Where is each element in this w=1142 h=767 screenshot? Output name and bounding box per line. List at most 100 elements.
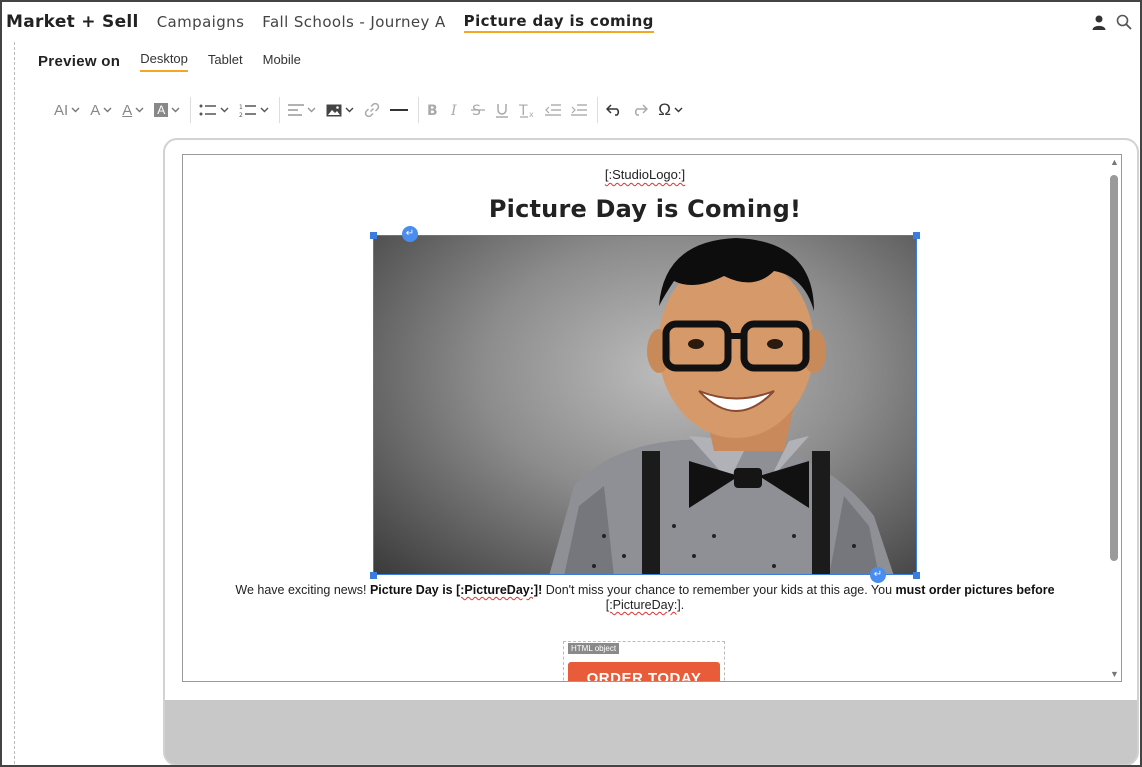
strikethrough-icon: S bbox=[471, 103, 486, 117]
chevron-down-icon bbox=[345, 107, 354, 113]
font-style-icon: A bbox=[90, 101, 101, 119]
font-color-button[interactable]: A bbox=[122, 96, 144, 124]
align-button[interactable] bbox=[288, 96, 316, 124]
background-color-icon: A bbox=[154, 103, 169, 117]
underline-button[interactable] bbox=[495, 96, 509, 124]
resize-handle-bl[interactable] bbox=[370, 572, 377, 579]
brand-logo[interactable]: Market + Sell bbox=[6, 12, 139, 32]
redo-button[interactable] bbox=[632, 96, 649, 124]
link-button[interactable] bbox=[364, 96, 380, 124]
body-end: . bbox=[680, 598, 685, 612]
user-icon[interactable] bbox=[1092, 15, 1106, 30]
redo-icon bbox=[635, 104, 649, 116]
link-icon bbox=[365, 102, 380, 118]
outdent-button[interactable] bbox=[545, 96, 562, 124]
email-body-text[interactable]: We have exciting news! Picture Day is [:… bbox=[223, 583, 1067, 613]
editor-toolbar: AI A A A 12 B I S T x Ω bbox=[54, 96, 693, 124]
font-size-button[interactable]: AI bbox=[54, 96, 80, 124]
background-color-button[interactable]: A bbox=[154, 96, 180, 124]
email-headline[interactable]: Picture Day is Coming! bbox=[183, 195, 1107, 223]
special-character-button[interactable]: Ω bbox=[658, 96, 683, 124]
body-bold-b: must order pictures before bbox=[895, 583, 1055, 597]
student-photo bbox=[374, 236, 916, 574]
breadcrumb-current[interactable]: Picture day is coming bbox=[463, 12, 654, 33]
html-object-label: HTML object bbox=[568, 643, 620, 654]
svg-text:x: x bbox=[529, 110, 534, 118]
bullet-list-icon bbox=[199, 104, 217, 116]
font-color-icon: A bbox=[122, 101, 133, 119]
chevron-down-icon bbox=[220, 107, 229, 113]
image-button[interactable] bbox=[326, 96, 354, 124]
special-character-icon: Ω bbox=[658, 100, 671, 119]
app-window: Market + Sell Campaigns Fall Schools - J… bbox=[0, 0, 1142, 767]
left-divider bbox=[14, 42, 15, 765]
numbered-list-icon: 12 bbox=[239, 104, 257, 117]
toolbar-separator bbox=[597, 97, 599, 123]
bullet-list-button[interactable] bbox=[199, 96, 229, 124]
svg-text:B: B bbox=[427, 103, 438, 117]
tab-desktop[interactable]: Desktop bbox=[140, 51, 188, 72]
strikethrough-button[interactable]: S bbox=[471, 96, 486, 124]
horizontal-rule-button[interactable] bbox=[390, 96, 409, 124]
toolbar-separator bbox=[279, 97, 281, 123]
insert-after-icon[interactable]: ↵ bbox=[870, 567, 886, 583]
picture-day-token-2: [:PictureDay:] bbox=[605, 598, 681, 612]
chevron-down-icon bbox=[674, 107, 683, 113]
picture-day-token: [:PictureDay:] bbox=[456, 583, 539, 597]
chevron-down-icon bbox=[260, 107, 269, 113]
italic-icon: I bbox=[450, 103, 457, 117]
outdent-icon bbox=[545, 104, 562, 116]
order-today-button[interactable]: ORDER TODAY bbox=[568, 662, 720, 681]
body-bold-a: Picture Day is [:PictureDay:]! bbox=[369, 583, 543, 597]
toolbar-separator bbox=[190, 97, 192, 123]
email-scrollbar[interactable]: ▲ ▼ bbox=[1107, 155, 1121, 681]
undo-button[interactable] bbox=[606, 96, 622, 124]
scroll-up-icon[interactable]: ▲ bbox=[1110, 157, 1119, 167]
chevron-down-icon bbox=[307, 107, 316, 113]
svg-text:I: I bbox=[450, 103, 457, 117]
logo-token: [:StudioLogo:] bbox=[604, 167, 686, 182]
body-middle: Don't miss your chance to remember your … bbox=[542, 583, 896, 597]
svg-text:2: 2 bbox=[239, 112, 243, 117]
chevron-down-icon bbox=[135, 107, 144, 113]
underline-icon bbox=[496, 103, 509, 118]
chevron-down-icon bbox=[103, 107, 112, 113]
breadcrumb-journey[interactable]: Fall Schools - Journey A bbox=[262, 13, 445, 31]
preview-label: Preview on bbox=[38, 52, 121, 70]
breadcrumb-campaigns[interactable]: Campaigns bbox=[157, 13, 245, 31]
top-bar: Market + Sell Campaigns Fall Schools - J… bbox=[2, 2, 1140, 42]
font-size-icon: AI bbox=[54, 101, 69, 119]
toolbar-separator bbox=[418, 97, 420, 123]
chevron-down-icon bbox=[171, 107, 180, 113]
resize-handle-tr[interactable] bbox=[913, 232, 920, 239]
device-screen: [:StudioLogo:] Picture Day is Coming! ↵ … bbox=[165, 140, 1137, 700]
resize-handle-tl[interactable] bbox=[370, 232, 377, 239]
image-icon bbox=[326, 104, 342, 116]
align-icon bbox=[288, 104, 305, 116]
italic-button[interactable]: I bbox=[449, 96, 461, 124]
scrollbar-thumb[interactable] bbox=[1110, 175, 1118, 561]
scroll-down-icon[interactable]: ▼ bbox=[1110, 669, 1119, 679]
indent-button[interactable] bbox=[571, 96, 588, 124]
indent-icon bbox=[571, 104, 588, 116]
chevron-down-icon bbox=[71, 107, 80, 113]
search-icon[interactable] bbox=[1116, 14, 1132, 30]
numbered-list-button[interactable]: 12 bbox=[239, 96, 269, 124]
studio-logo-placeholder[interactable]: [:StudioLogo:] bbox=[183, 167, 1107, 182]
device-frame: [:StudioLogo:] Picture Day is Coming! ↵ … bbox=[163, 138, 1139, 765]
bold-button[interactable]: B bbox=[427, 96, 439, 124]
font-style-button[interactable]: A bbox=[90, 96, 112, 124]
tab-tablet[interactable]: Tablet bbox=[208, 52, 243, 71]
html-object-block[interactable]: HTML object ORDER TODAY bbox=[563, 641, 725, 681]
resize-handle-br[interactable] bbox=[913, 572, 920, 579]
selected-image[interactable] bbox=[373, 235, 917, 575]
clear-format-button[interactable]: Tx bbox=[519, 96, 535, 124]
boy-portrait-image bbox=[549, 238, 894, 574]
tab-mobile[interactable]: Mobile bbox=[263, 52, 301, 71]
preview-tabs: Preview on Desktop Tablet Mobile bbox=[38, 48, 321, 74]
svg-text:T: T bbox=[519, 103, 528, 118]
insert-before-icon[interactable]: ↵ bbox=[402, 226, 418, 242]
bold-icon: B bbox=[427, 103, 438, 117]
email-canvas[interactable]: [:StudioLogo:] Picture Day is Coming! ↵ … bbox=[182, 154, 1122, 682]
body-intro: We have exciting news! bbox=[235, 583, 370, 597]
